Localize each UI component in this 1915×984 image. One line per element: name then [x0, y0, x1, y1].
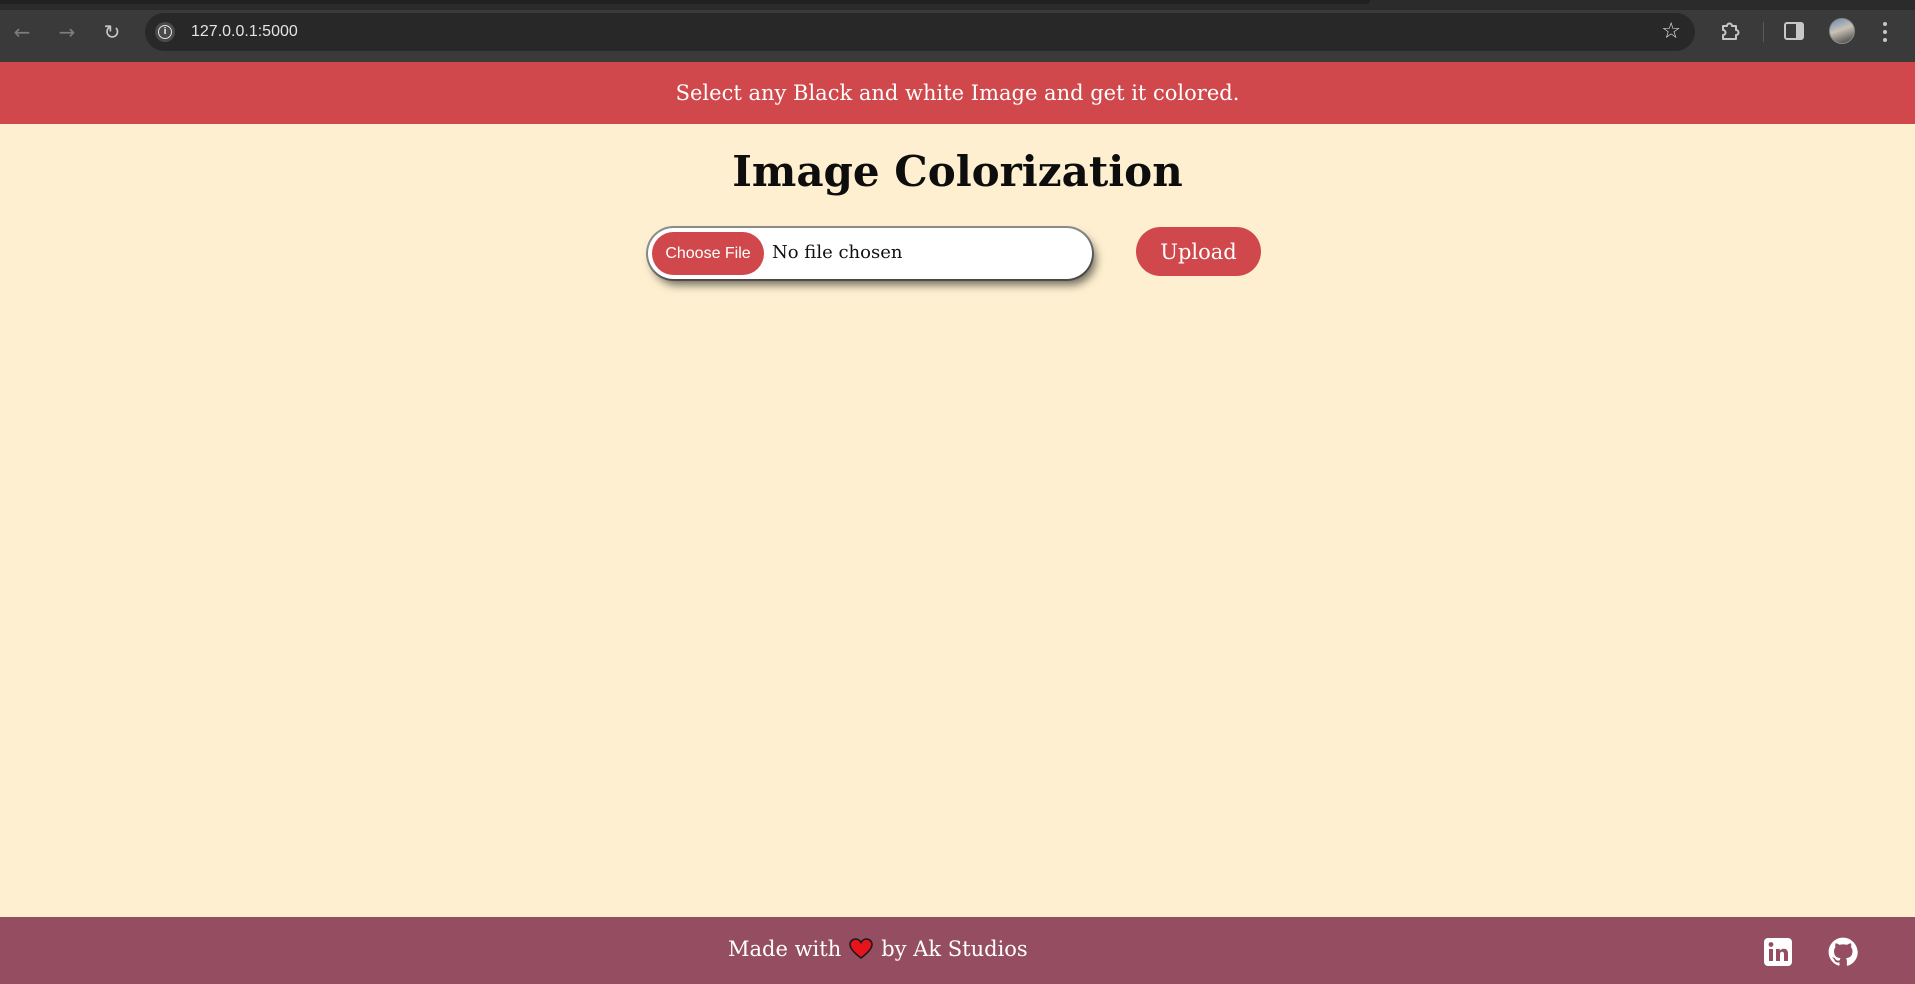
top-banner: Select any Black and white Image and get… — [0, 62, 1915, 124]
file-status: No file chosen — [772, 242, 903, 263]
side-panel-icon[interactable] — [1784, 22, 1804, 40]
tab-strip — [0, 0, 1915, 10]
avatar[interactable] — [1829, 18, 1855, 44]
forward-button[interactable]: → — [53, 18, 81, 46]
info-icon[interactable]: i — [155, 22, 175, 42]
linkedin-icon[interactable] — [1763, 937, 1793, 967]
choose-file-button[interactable]: Choose File — [652, 232, 764, 275]
arrow-right-icon: → — [58, 20, 76, 44]
puzzle-icon[interactable] — [1718, 20, 1742, 44]
arrow-left-icon: ← — [13, 20, 31, 44]
file-input[interactable]: Choose File No file chosen — [648, 228, 1092, 279]
url-text[interactable]: 127.0.0.1:5000 — [191, 23, 298, 41]
heart-icon — [849, 938, 874, 960]
star-icon[interactable]: ☆ — [1661, 19, 1681, 44]
reload-button[interactable]: ↻ — [98, 18, 126, 46]
github-icon[interactable] — [1828, 937, 1858, 967]
banner-text: Select any Black and white Image and get… — [675, 81, 1240, 105]
by-author-text: by Ak Studios — [881, 937, 1028, 961]
footer: Made with by Ak Studios — [0, 917, 1915, 984]
back-button[interactable]: ← — [8, 18, 36, 46]
kebab-menu-icon[interactable] — [1882, 22, 1888, 42]
reload-icon: ↻ — [103, 20, 121, 44]
browser-toolbar: ← → ↻ i 127.0.0.1:5000 ☆ — [0, 0, 1915, 62]
toolbar-separator — [1763, 22, 1764, 42]
address-bar[interactable]: i 127.0.0.1:5000 ☆ — [145, 13, 1695, 51]
made-with-text: Made with — [728, 937, 842, 961]
upload-button[interactable]: Upload — [1136, 227, 1261, 276]
page-title: Image Colorization — [732, 147, 1183, 196]
footer-credit: Made with by Ak Studios — [728, 937, 1028, 961]
